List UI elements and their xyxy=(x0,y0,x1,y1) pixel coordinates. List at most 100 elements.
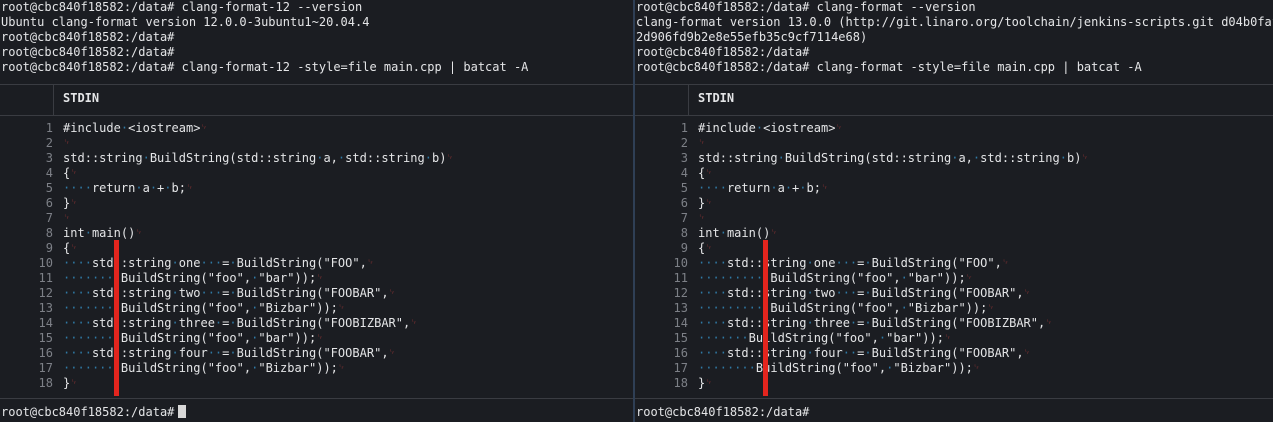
line-end-marker: ␊ xyxy=(987,303,995,313)
line-number: 6 xyxy=(680,196,688,210)
line-end-marker: ␊ xyxy=(63,213,71,223)
code-line: }}␊ xyxy=(63,196,78,210)
line-end-marker: ␊ xyxy=(135,228,143,238)
code-line: ····std::string·one···=·BuildString("FOO… xyxy=(698,256,1010,270)
terminal-output-line: root@cbc840f18582:/data# clang-format --… xyxy=(636,0,976,14)
code-line: ····return·a·+·b;····return·a·+·b;␊ xyxy=(698,181,829,195)
horizontal-rule xyxy=(635,84,1273,85)
line-end-marker: ␊ xyxy=(1023,348,1031,358)
shell-prompt[interactable]: root@cbc840f18582:/data# xyxy=(1,405,187,420)
line-number: 18 xyxy=(38,376,53,390)
line-number: 3 xyxy=(45,151,53,165)
code-line: ····std::string·four··=·BuildString("FOO… xyxy=(63,346,396,360)
line-end-marker: ␊ xyxy=(705,378,713,388)
line-number: 15 xyxy=(38,331,53,345)
code-line: #include·<iostream>#include·<iostream>␊ xyxy=(63,121,208,135)
terminal-pane-right[interactable]: root@cbc840f18582:/data# clang-format --… xyxy=(635,0,1273,422)
annotation-red-bar xyxy=(763,240,768,396)
line-end-marker: ␊ xyxy=(770,228,778,238)
line-end-marker: ␊ xyxy=(70,198,78,208)
line-end-marker: ␊ xyxy=(185,183,194,193)
horizontal-rule xyxy=(635,115,1273,116)
horizontal-rule xyxy=(0,398,633,399)
prompt-text: root@cbc840f18582:/data# xyxy=(1,405,175,419)
terminal-output-line: root@cbc840f18582:/data# xyxy=(636,45,810,59)
code-line: ␊ xyxy=(698,136,705,151)
annotation-red-bar xyxy=(114,240,119,396)
line-number: 13 xyxy=(673,301,688,315)
line-number: 1 xyxy=(45,121,53,135)
code-line: std::string·BuildString(std::string·a,·s… xyxy=(63,151,454,165)
line-number: 16 xyxy=(38,346,53,360)
line-end-marker: ␊ xyxy=(410,318,418,328)
line-number: 4 xyxy=(680,166,688,180)
line-end-marker: ␊ xyxy=(972,363,981,373)
terminal-output-line: root@cbc840f18582:/data# clang-format-12… xyxy=(1,0,363,14)
line-end-marker: ␊ xyxy=(70,378,78,388)
code-line: ·······BuildString("foo",·"bar"));······… xyxy=(698,331,952,345)
line-number: 7 xyxy=(680,211,688,225)
terminal-pane-left[interactable]: root@cbc840f18582:/data# clang-format-12… xyxy=(0,0,633,422)
line-end-marker: ␊ xyxy=(446,153,454,163)
batcat-file-header: STDIN xyxy=(63,91,100,105)
line-number: 8 xyxy=(680,226,688,240)
line-number: 7 xyxy=(45,211,53,225)
line-end-marker: ␊ xyxy=(1081,153,1089,163)
code-line: {{␊ xyxy=(63,166,78,180)
code-line: {{␊ xyxy=(698,166,713,180)
line-number: 4 xyxy=(45,166,53,180)
code-line: {{␊ xyxy=(698,241,713,255)
terminal-output-line: 2d906fd9b2e8e55efb35c9cf7114e68) xyxy=(636,30,868,44)
horizontal-rule xyxy=(635,398,1273,399)
line-end-marker: ␊ xyxy=(835,123,843,133)
code-line: ····std::string·one···=·BuildString("FOO… xyxy=(63,256,375,270)
code-line: ␊ xyxy=(63,211,70,226)
code-line: ········BuildString("foo",·"Bizbar"));··… xyxy=(63,301,346,315)
prompt-text: root@cbc840f18582:/data# xyxy=(636,405,810,419)
code-line: ····return·a·+·b;····return·a·+·b;␊ xyxy=(63,181,194,195)
line-number: 6 xyxy=(45,196,53,210)
header-gutter-separator xyxy=(53,84,54,115)
line-end-marker: ␊ xyxy=(337,363,346,373)
line-number: 2 xyxy=(680,136,688,150)
line-end-marker: ␊ xyxy=(965,273,973,283)
line-number: 11 xyxy=(38,271,53,285)
code-line: ········BuildString("foo",·"bar"));·····… xyxy=(63,331,324,345)
line-end-marker: ␊ xyxy=(316,273,324,283)
line-number: 8 xyxy=(45,226,53,240)
code-line: ··········BuildString("foo",·"bar"));···… xyxy=(698,271,973,285)
line-end-marker: ␊ xyxy=(70,168,78,178)
line-end-marker: ␊ xyxy=(63,138,71,148)
code-line: #include·<iostream>#include·<iostream>␊ xyxy=(698,121,843,135)
line-end-marker: ␊ xyxy=(705,198,713,208)
terminal-output-line: root@cbc840f18582:/data# xyxy=(1,30,175,44)
line-end-marker: ␊ xyxy=(200,123,208,133)
line-end-marker: ␊ xyxy=(1023,288,1031,298)
line-end-marker: ␊ xyxy=(1045,318,1053,328)
line-number: 5 xyxy=(45,181,53,195)
line-end-marker: ␊ xyxy=(820,183,829,193)
terminal-output-line: root@cbc840f18582:/data# xyxy=(1,45,175,59)
line-end-marker: ␊ xyxy=(70,243,78,253)
code-line: ········BuildString("foo",·"Bizbar"));··… xyxy=(698,361,981,375)
line-number: 16 xyxy=(673,346,688,360)
line-end-marker: ␊ xyxy=(388,288,396,298)
line-end-marker: ␊ xyxy=(698,213,706,223)
line-number: 13 xyxy=(38,301,53,315)
code-line: ········BuildString("foo",·"bar"));·····… xyxy=(63,271,324,285)
line-number: 2 xyxy=(45,136,53,150)
line-number: 12 xyxy=(38,286,53,300)
code-line: ␊ xyxy=(698,211,705,226)
line-number: 12 xyxy=(673,286,688,300)
code-line: ····std::string·three·=·BuildString("FOO… xyxy=(698,316,1053,330)
shell-prompt[interactable]: root@cbc840f18582:/data# xyxy=(636,405,809,420)
code-line: }}␊ xyxy=(698,196,713,210)
code-line: int·main()int·main()␊ xyxy=(698,226,778,240)
line-number: 9 xyxy=(45,241,53,255)
line-number: 14 xyxy=(38,316,53,330)
line-end-marker: ␊ xyxy=(366,258,375,268)
code-line: {{␊ xyxy=(63,241,78,255)
line-number: 10 xyxy=(38,256,53,270)
line-end-marker: ␊ xyxy=(705,243,713,253)
line-number: 5 xyxy=(680,181,688,195)
